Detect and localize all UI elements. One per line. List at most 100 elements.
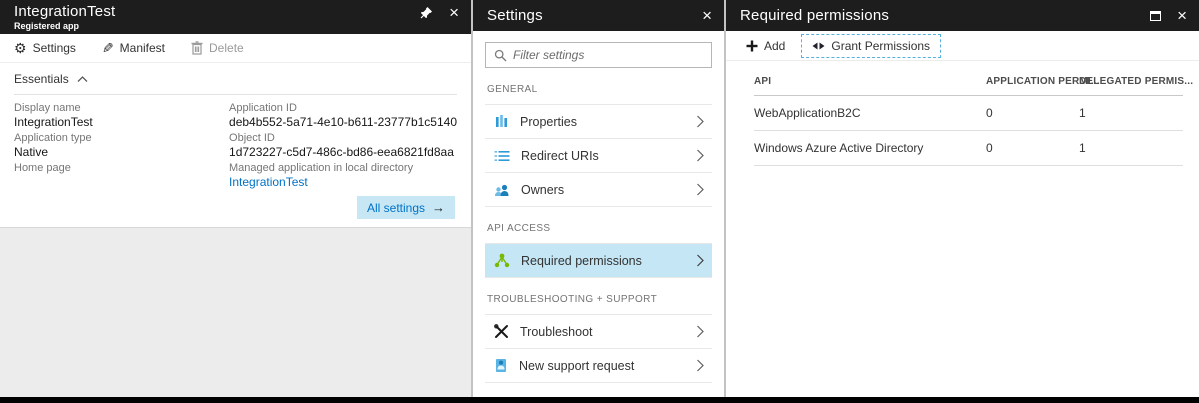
section-header-api-access: API ACCESS bbox=[487, 223, 710, 234]
column-header-api: API bbox=[754, 76, 986, 87]
app-command-bar: ⚙ Settings ✎ Manifest Delete bbox=[0, 34, 471, 63]
delegated-permissions-cell: 1 bbox=[1079, 106, 1183, 120]
application-id-value: deb4b552-5a71-4e10-b611-23777b1c5140 bbox=[229, 115, 457, 130]
permissions-blade-title: Required permissions bbox=[740, 7, 889, 24]
section-header-troubleshooting: TROUBLESHOOTING + SUPPORT bbox=[487, 294, 710, 305]
app-blade-title: IntegrationTest bbox=[14, 4, 115, 21]
permissions-table: API APPLICATION PERMI... DELEGATED PERMI… bbox=[754, 67, 1183, 166]
application-type-label: Application type bbox=[14, 132, 229, 145]
chevron-right-icon bbox=[696, 115, 704, 128]
object-id-label: Object ID bbox=[229, 132, 457, 145]
chevron-right-icon bbox=[696, 325, 704, 338]
settings-item-redirect-uris[interactable]: Redirect URIs bbox=[485, 139, 712, 173]
essentials-title: Essentials bbox=[14, 72, 69, 86]
api-name-cell: WebApplicationB2C bbox=[754, 106, 986, 120]
settings-item-troubleshoot[interactable]: Troubleshoot bbox=[485, 315, 712, 349]
people-icon bbox=[494, 183, 510, 197]
settings-item-new-support-request[interactable]: New support request bbox=[485, 349, 712, 383]
app-blade-subtitle: Registered app bbox=[14, 22, 115, 32]
section-header-general: GENERAL bbox=[487, 84, 710, 95]
object-id-value: 1d723227-c5d7-486c-bd86-eea6821fd8aa bbox=[229, 145, 457, 160]
pin-icon[interactable] bbox=[420, 6, 433, 19]
application-type-field: Application type Native bbox=[14, 132, 229, 160]
app-blade: IntegrationTest Registered app × ⚙ Setti… bbox=[0, 0, 473, 397]
table-row[interactable]: Windows Azure Active Directory 0 1 bbox=[754, 131, 1183, 166]
add-button-label: Add bbox=[764, 39, 785, 53]
settings-button-label: Settings bbox=[33, 41, 76, 55]
filter-settings-box bbox=[485, 42, 712, 68]
grant-icon bbox=[812, 41, 825, 51]
managed-application-label: Managed application in local directory bbox=[229, 162, 457, 175]
pencil-icon: ✎ bbox=[102, 41, 114, 55]
required-permissions-blade: Required permissions × Add Grant Permiss… bbox=[726, 0, 1199, 397]
plus-icon bbox=[746, 40, 758, 52]
settings-item-label: Required permissions bbox=[521, 254, 642, 268]
object-id-field: Object ID 1d723227-c5d7-486c-bd86-eea682… bbox=[229, 132, 457, 160]
close-icon[interactable]: × bbox=[702, 7, 712, 24]
close-icon[interactable]: × bbox=[449, 4, 459, 21]
arrow-right-icon: → bbox=[432, 200, 445, 215]
app-blade-header: IntegrationTest Registered app × bbox=[0, 0, 471, 34]
settings-item-label: Troubleshoot bbox=[520, 325, 593, 339]
permissions-table-header: API APPLICATION PERMI... DELEGATED PERMI… bbox=[754, 67, 1183, 96]
application-permissions-cell: 0 bbox=[986, 106, 1079, 120]
settings-blade: Settings × GENERAL Properties bbox=[473, 0, 726, 397]
tools-icon bbox=[494, 324, 509, 339]
settings-blade-header: Settings × bbox=[473, 0, 724, 31]
settings-button[interactable]: ⚙ Settings bbox=[14, 41, 76, 55]
blade-container: IntegrationTest Registered app × ⚙ Setti… bbox=[0, 0, 1199, 397]
delegated-permissions-cell: 1 bbox=[1079, 141, 1183, 155]
all-settings-button[interactable]: All settings → bbox=[357, 196, 455, 219]
grant-permissions-button[interactable]: Grant Permissions bbox=[801, 34, 941, 58]
chevron-right-icon bbox=[696, 254, 704, 267]
list-icon bbox=[494, 149, 510, 163]
filter-settings-input[interactable] bbox=[513, 48, 703, 62]
maximize-icon[interactable] bbox=[1150, 11, 1161, 21]
settings-blade-title: Settings bbox=[487, 7, 543, 24]
settings-item-label: Owners bbox=[521, 183, 564, 197]
home-page-label: Home page bbox=[14, 162, 229, 175]
home-page-field: Home page bbox=[14, 162, 229, 190]
org-tree-icon bbox=[494, 253, 510, 268]
manifest-button-label: Manifest bbox=[120, 41, 165, 55]
support-person-icon bbox=[494, 358, 508, 373]
chevron-right-icon bbox=[696, 183, 704, 196]
close-icon[interactable]: × bbox=[1177, 7, 1187, 24]
display-name-label: Display name bbox=[14, 102, 229, 115]
settings-item-required-permissions[interactable]: Required permissions bbox=[485, 244, 712, 278]
settings-item-properties[interactable]: Properties bbox=[485, 105, 712, 139]
essentials-fields: Display name IntegrationTest Application… bbox=[14, 95, 457, 192]
managed-application-field: Managed application in local directory I… bbox=[229, 162, 457, 190]
permissions-command-bar: Add Grant Permissions bbox=[726, 31, 1199, 61]
chevron-right-icon bbox=[696, 359, 704, 372]
manifest-button[interactable]: ✎ Manifest bbox=[102, 41, 165, 55]
application-id-label: Application ID bbox=[229, 102, 457, 115]
home-page-value bbox=[14, 175, 229, 190]
grant-permissions-label: Grant Permissions bbox=[831, 39, 930, 53]
app-blade-empty-area bbox=[0, 227, 471, 397]
sliders-icon bbox=[494, 114, 509, 129]
bottom-bar bbox=[0, 397, 1199, 403]
managed-application-link[interactable]: IntegrationTest bbox=[229, 175, 457, 190]
essentials-toggle[interactable]: Essentials bbox=[14, 72, 457, 95]
display-name-field: Display name IntegrationTest bbox=[14, 102, 229, 130]
column-header-delegated-permissions: DELEGATED PERMIS... bbox=[1079, 76, 1183, 87]
display-name-value: IntegrationTest bbox=[14, 115, 229, 130]
trash-icon bbox=[191, 41, 203, 55]
essentials-panel: Essentials Display name IntegrationTest … bbox=[0, 63, 471, 227]
column-header-application-permissions: APPLICATION PERMI... bbox=[986, 76, 1079, 87]
gear-icon: ⚙ bbox=[14, 41, 27, 55]
add-button[interactable]: Add bbox=[740, 35, 791, 57]
application-permissions-cell: 0 bbox=[986, 141, 1079, 155]
delete-button-label: Delete bbox=[209, 41, 244, 55]
search-icon bbox=[494, 49, 507, 62]
api-name-cell: Windows Azure Active Directory bbox=[754, 141, 986, 155]
application-type-value: Native bbox=[14, 145, 229, 160]
settings-body: GENERAL Properties Redirect URIs bbox=[473, 31, 724, 397]
chevron-right-icon bbox=[696, 149, 704, 162]
permissions-blade-header: Required permissions × bbox=[726, 0, 1199, 31]
delete-button[interactable]: Delete bbox=[191, 41, 244, 55]
settings-item-owners[interactable]: Owners bbox=[485, 173, 712, 207]
table-row[interactable]: WebApplicationB2C 0 1 bbox=[754, 96, 1183, 131]
settings-item-label: Properties bbox=[520, 115, 577, 129]
